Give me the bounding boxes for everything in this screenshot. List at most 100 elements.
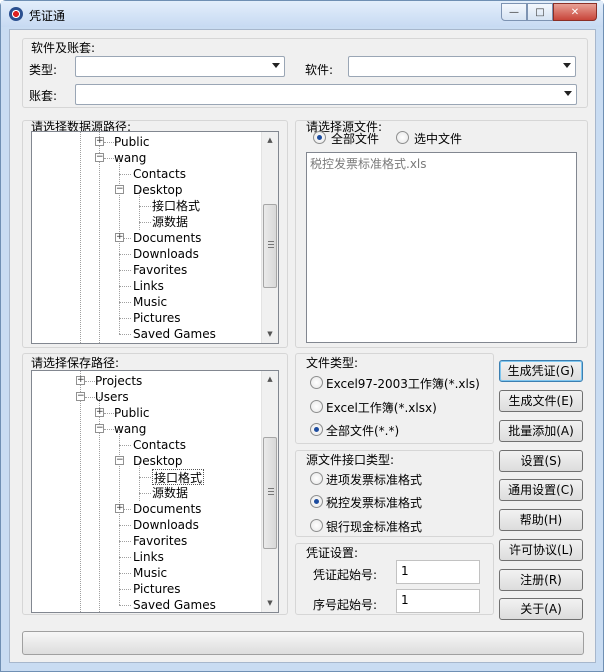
tree-item-source-data[interactable]: 源数据	[152, 485, 188, 501]
save-folder-tree[interactable]: + Projects − Users + Public − wang Conta…	[31, 370, 279, 613]
about-button[interactable]: 关于(A)	[499, 598, 583, 620]
close-button[interactable]: ✕	[553, 3, 597, 21]
tree-item-downloads[interactable]: Downloads	[133, 517, 199, 533]
tree-item-downloads[interactable]: Downloads	[133, 246, 199, 262]
expand-icon[interactable]: +	[115, 504, 124, 513]
file-type-title: 文件类型:	[306, 356, 359, 370]
tree-item-favorites[interactable]: Favorites	[133, 533, 187, 549]
collapse-icon[interactable]: −	[95, 424, 104, 433]
app-logo-icon	[9, 7, 23, 21]
type-combobox[interactable]	[75, 56, 285, 77]
general-settings-button[interactable]: 通用设置(C)	[499, 479, 583, 501]
chevron-down-icon	[272, 63, 280, 68]
tree-item-wang[interactable]: wang	[114, 150, 146, 166]
type-label: 类型:	[29, 63, 58, 77]
tree-item-interface-format[interactable]: 接口格式	[152, 198, 200, 214]
scroll-up-icon[interactable]: ▲	[262, 132, 278, 149]
expand-icon[interactable]: +	[95, 137, 104, 146]
tree-item-links[interactable]: Links	[133, 549, 164, 565]
generate-voucher-button[interactable]: 生成凭证(G)	[499, 360, 583, 382]
account-label: 账套:	[29, 89, 58, 103]
tree-item-public[interactable]: Public	[114, 405, 150, 421]
maximize-button[interactable]: □	[527, 3, 553, 21]
source-folder-tree[interactable]: + Public − wang Contacts − Desktop 接口格式 …	[31, 131, 279, 344]
file-list-item[interactable]: 税控发票标准格式.xls	[310, 155, 427, 172]
collapse-icon[interactable]: −	[95, 153, 104, 162]
source-file-list[interactable]: 税控发票标准格式.xls	[306, 152, 577, 343]
scroll-thumb[interactable]	[263, 437, 277, 549]
settings-button[interactable]: 设置(S)	[499, 450, 583, 472]
radio-input-invoice-label: 进项发票标准格式	[326, 473, 423, 487]
radio-input-invoice[interactable]	[310, 472, 323, 485]
scroll-down-icon[interactable]: ▼	[262, 595, 278, 612]
expand-icon[interactable]: +	[95, 408, 104, 417]
chevron-down-icon	[564, 91, 572, 96]
sequence-start-input[interactable]: 1	[396, 589, 480, 613]
account-combobox[interactable]	[75, 84, 577, 105]
expand-icon[interactable]: +	[76, 376, 85, 385]
help-button[interactable]: 帮助(H)	[499, 509, 583, 531]
tree-item-favorites[interactable]: Favorites	[133, 262, 187, 278]
main-window: 凭证通 — □ ✕ 软件及账套: 类型: 软件: 账套: 请选择数据源路径: +…	[0, 0, 604, 672]
batch-add-button[interactable]: 批量添加(A)	[499, 420, 583, 442]
register-button[interactable]: 注册(R)	[499, 569, 583, 591]
client-area: 软件及账套: 类型: 软件: 账套: 请选择数据源路径: + Public − …	[9, 29, 596, 663]
radio-tax-invoice-label: 税控发票标准格式	[326, 496, 423, 510]
collapse-icon[interactable]: −	[76, 392, 85, 401]
expand-icon[interactable]: +	[115, 233, 124, 242]
collapse-icon[interactable]: −	[115, 456, 124, 465]
tree-item-links[interactable]: Links	[133, 278, 164, 294]
radio-xlsx[interactable]	[310, 400, 323, 413]
tree-item-users[interactable]: Users	[95, 389, 129, 405]
radio-all-types[interactable]	[310, 423, 323, 436]
tree-item-music[interactable]: Music	[133, 565, 167, 581]
interface-type-group: 源文件接口类型: 进项发票标准格式 税控发票标准格式 银行现金标准格式	[295, 450, 494, 537]
scroll-down-icon[interactable]: ▼	[262, 326, 278, 343]
radio-xls[interactable]	[310, 376, 323, 389]
tree-item-saved-games[interactable]: Saved Games	[133, 326, 216, 342]
software-account-group-title: 软件及账套:	[31, 41, 96, 55]
license-button[interactable]: 许可协议(L)	[499, 539, 583, 561]
title-bar[interactable]: 凭证通 — □ ✕	[1, 1, 603, 27]
tree-item-source-data[interactable]: 源数据	[152, 214, 188, 230]
chevron-down-icon	[563, 63, 571, 68]
radio-tax-invoice[interactable]	[310, 495, 323, 508]
voucher-start-label: 凭证起始号:	[313, 568, 378, 582]
radio-bank-cash[interactable]	[310, 519, 323, 532]
radio-selected-files-label: 选中文件	[414, 132, 463, 146]
voucher-settings-title: 凭证设置:	[306, 546, 359, 560]
software-combobox[interactable]	[348, 56, 576, 77]
scroll-up-icon[interactable]: ▲	[262, 371, 278, 388]
voucher-start-input[interactable]: 1	[396, 560, 480, 584]
radio-selected-files[interactable]	[396, 131, 409, 144]
source-tree-scrollbar[interactable]: ▲ ▼	[261, 132, 278, 343]
tree-item-pictures[interactable]: Pictures	[133, 310, 181, 326]
voucher-settings-group: 凭证设置: 凭证起始号: 1 序号起始号: 1	[295, 543, 494, 615]
source-files-group: 请选择源文件: 全部文件 选中文件 税控发票标准格式.xls	[295, 120, 588, 348]
radio-xls-label: Excel97-2003工作簿(*.xls)	[326, 377, 480, 391]
tree-item-pictures[interactable]: Pictures	[133, 581, 181, 597]
progress-status-bar	[22, 631, 584, 655]
tree-item-public[interactable]: Public	[114, 134, 150, 150]
minimize-button[interactable]: —	[501, 3, 527, 21]
scroll-thumb[interactable]	[263, 204, 277, 288]
tree-item-contacts[interactable]: Contacts	[133, 437, 186, 453]
tree-item-interface-format[interactable]: 接口格式	[152, 469, 205, 485]
tree-item-wang[interactable]: wang	[114, 421, 146, 437]
window-title: 凭证通	[29, 9, 66, 23]
tree-item-desktop[interactable]: Desktop	[133, 453, 183, 469]
tree-item-desktop[interactable]: Desktop	[133, 182, 183, 198]
software-account-group: 软件及账套: 类型: 软件: 账套:	[22, 38, 588, 108]
radio-all-files[interactable]	[313, 131, 326, 144]
tree-item-saved-games[interactable]: Saved Games	[133, 597, 216, 612]
collapse-icon[interactable]: −	[115, 185, 124, 194]
caption-buttons: — □ ✕	[501, 3, 597, 21]
interface-type-title: 源文件接口类型:	[306, 453, 395, 467]
save-tree-scrollbar[interactable]: ▲ ▼	[261, 371, 278, 612]
tree-item-documents[interactable]: Documents	[133, 501, 201, 517]
tree-item-projects[interactable]: Projects	[95, 373, 142, 389]
generate-file-button[interactable]: 生成文件(E)	[499, 390, 583, 412]
tree-item-contacts[interactable]: Contacts	[133, 166, 186, 182]
tree-item-music[interactable]: Music	[133, 294, 167, 310]
tree-item-documents[interactable]: Documents	[133, 230, 201, 246]
